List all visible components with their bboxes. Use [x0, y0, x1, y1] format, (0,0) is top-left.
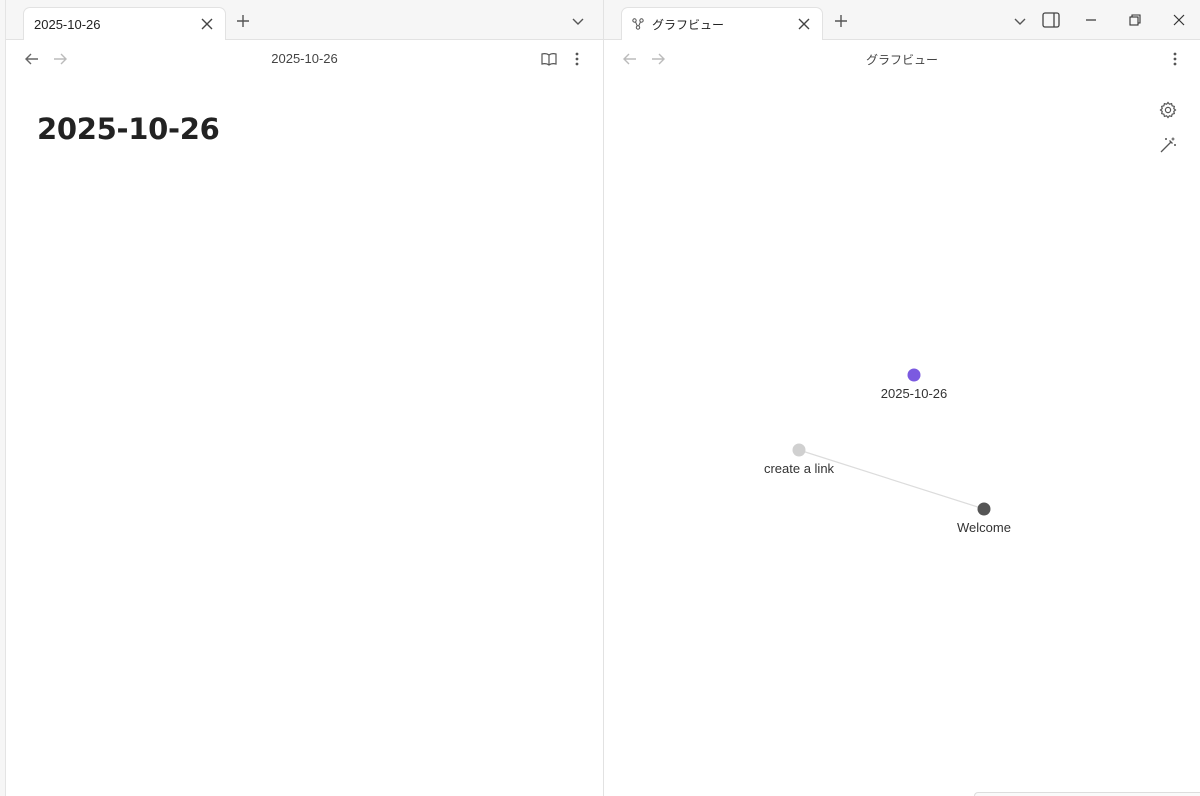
note-title[interactable]: 2025-10-26 — [37, 112, 220, 146]
graph-node[interactable]: create a link — [764, 443, 835, 477]
tab-label: 2025-10-26 — [34, 16, 101, 32]
tab-bar-right: グラフビュー — [604, 0, 1200, 40]
node-dot[interactable] — [977, 502, 991, 516]
graph-node[interactable]: Welcome — [957, 502, 1011, 536]
tab-bar-left: 2025-10-26 — [6, 0, 603, 40]
tab-label: グラフビュー — [652, 17, 725, 32]
view-title: グラフビュー — [865, 53, 938, 67]
status-strip — [974, 792, 1200, 796]
node-label: Welcome — [957, 520, 1011, 535]
tab-graph[interactable]: グラフビュー — [621, 7, 823, 40]
note-pane: 2025-10-26 2025-10-26 2025-10-26 — [6, 0, 603, 796]
view-header-left: 2025-10-26 — [6, 41, 603, 77]
graph-icon — [632, 17, 646, 31]
app-window: 2025-10-26 2025-10-26 2025-10-26 グラフビュー … — [0, 0, 1200, 796]
more-vertical-icon[interactable] — [565, 47, 589, 71]
graph-link — [798, 449, 985, 510]
window-close-icon[interactable] — [1167, 8, 1191, 32]
node-label: 2025-10-26 — [881, 386, 948, 401]
graph-pane: グラフビュー グラフビュー 2025-10-26 create a link W… — [604, 0, 1200, 796]
restore-icon[interactable] — [1123, 8, 1147, 32]
view-header-right: グラフビュー — [604, 41, 1200, 77]
view-title: 2025-10-26 — [271, 51, 338, 66]
close-icon[interactable] — [199, 16, 215, 32]
minimize-icon[interactable] — [1079, 8, 1103, 32]
sidebar-toggle-icon[interactable] — [1039, 8, 1063, 32]
node-label: create a link — [764, 461, 835, 476]
node-dot[interactable] — [792, 443, 806, 457]
graph-canvas[interactable]: 2025-10-26 create a link Welcome — [604, 77, 1200, 796]
more-vertical-icon[interactable] — [1163, 47, 1187, 71]
book-icon[interactable] — [537, 47, 561, 71]
chevron-down-icon[interactable] — [566, 9, 590, 33]
close-icon[interactable] — [796, 16, 812, 32]
node-dot[interactable] — [907, 368, 921, 382]
graph-node[interactable]: 2025-10-26 — [881, 368, 948, 402]
plus-icon[interactable] — [231, 9, 255, 33]
tab-note[interactable]: 2025-10-26 — [23, 7, 226, 40]
plus-icon[interactable] — [829, 9, 853, 33]
chevron-down-icon[interactable] — [1008, 9, 1032, 33]
